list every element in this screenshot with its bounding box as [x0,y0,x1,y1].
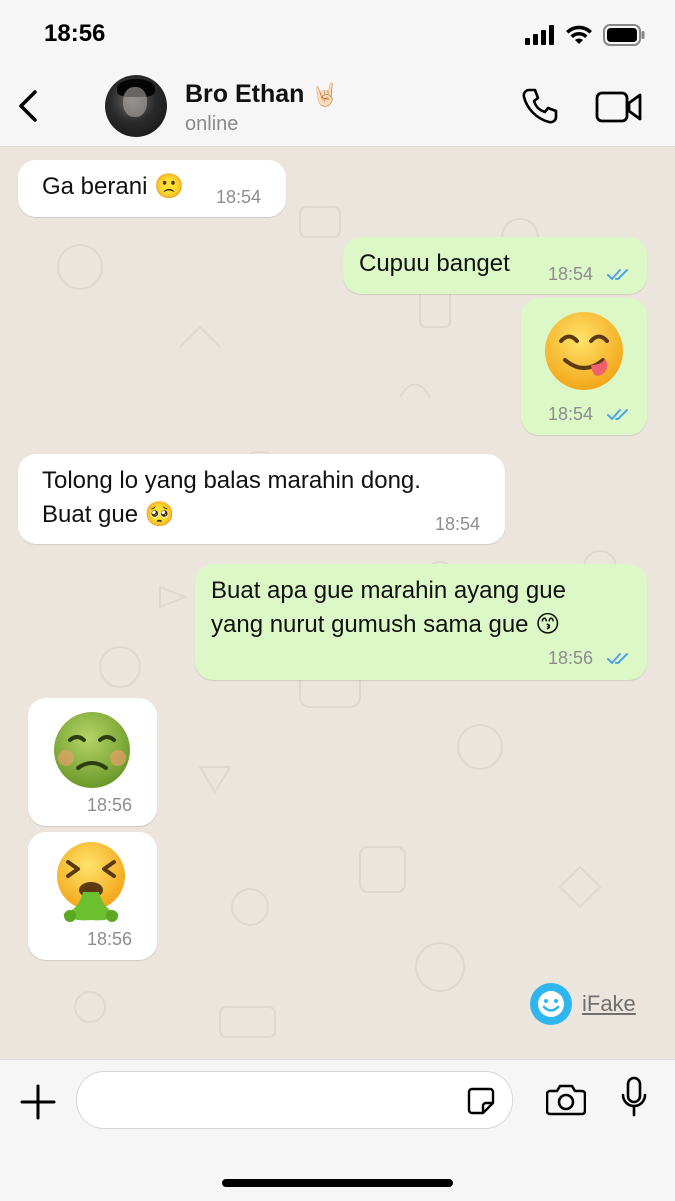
message-text: Buat apa gue marahin ayang gue yang nuru… [211,577,566,638]
message-time: 18:54 [548,264,594,284]
message-text: Tolong lo yang balas marahin dong. Buat … [42,467,421,528]
message-bubble-incoming[interactable]: Tolong lo yang balas marahin dong. Buat … [18,454,505,544]
watermark: iFake [530,983,636,1025]
contact-status: online [185,113,239,135]
message-text: Cupuu banget [359,250,510,277]
cellular-signal-icon [525,25,554,45]
home-indicator[interactable] [222,1179,453,1187]
face-vomiting-emoji [57,842,125,922]
message-time: 18:54 [216,187,262,207]
face-savoring-food-emoji [545,312,623,390]
message-input-field[interactable] [76,1071,513,1129]
message-text: Ga berani 🙁 [42,173,184,200]
contact-name-text: Bro Ethan [185,80,305,108]
read-receipt-icon [607,653,628,664]
message-bubble-incoming-emoji[interactable]: 18:56 [28,832,157,960]
message-bubble-outgoing[interactable]: Cupuu banget 18:54 [343,237,647,294]
watermark-text: iFake [582,991,636,1016]
message-time: 18:54 [435,514,481,534]
plus-icon[interactable] [20,1084,56,1120]
read-receipt-icon [607,269,628,280]
read-receipt-icon [607,409,628,420]
message-bubble-outgoing-emoji[interactable]: 18:54 [521,298,647,435]
status-bar: 18:56 [0,0,675,70]
chat-area[interactable]: Ga berani 🙁 18:54 Cupuu banget 18:54 18:… [0,147,675,1059]
message-bubble-incoming[interactable]: Ga berani 🙁 18:54 [18,160,286,217]
message-time: 18:54 [548,404,594,424]
message-bubble-outgoing[interactable]: Buat apa gue marahin ayang gue yang nuru… [195,564,647,680]
back-arrow-icon[interactable] [14,86,44,126]
wifi-icon [566,25,592,44]
message-time: 18:56 [87,929,133,949]
status-time: 18:56 [44,20,106,47]
message-time: 18:56 [87,795,133,815]
camera-icon[interactable] [546,1082,586,1116]
message-bubble-incoming-emoji[interactable]: 18:56 [28,698,157,826]
input-bar [0,1059,675,1201]
phone-icon[interactable] [520,86,560,126]
sticker-icon[interactable] [466,1086,496,1116]
video-camera-icon[interactable] [595,90,643,124]
microphone-icon[interactable] [620,1076,648,1118]
contact-name[interactable]: Bro Ethan 🤘🏻 [185,80,339,109]
contact-name-emoji: 🤘🏻 [311,82,339,107]
ifake-logo-icon [530,983,572,1025]
chat-header: Bro Ethan 🤘🏻 online [0,70,675,147]
battery-icon [603,24,645,46]
message-input[interactable] [93,1082,457,1118]
avatar[interactable] [105,75,167,137]
message-time: 18:56 [548,648,594,668]
nauseated-face-emoji [54,712,130,788]
